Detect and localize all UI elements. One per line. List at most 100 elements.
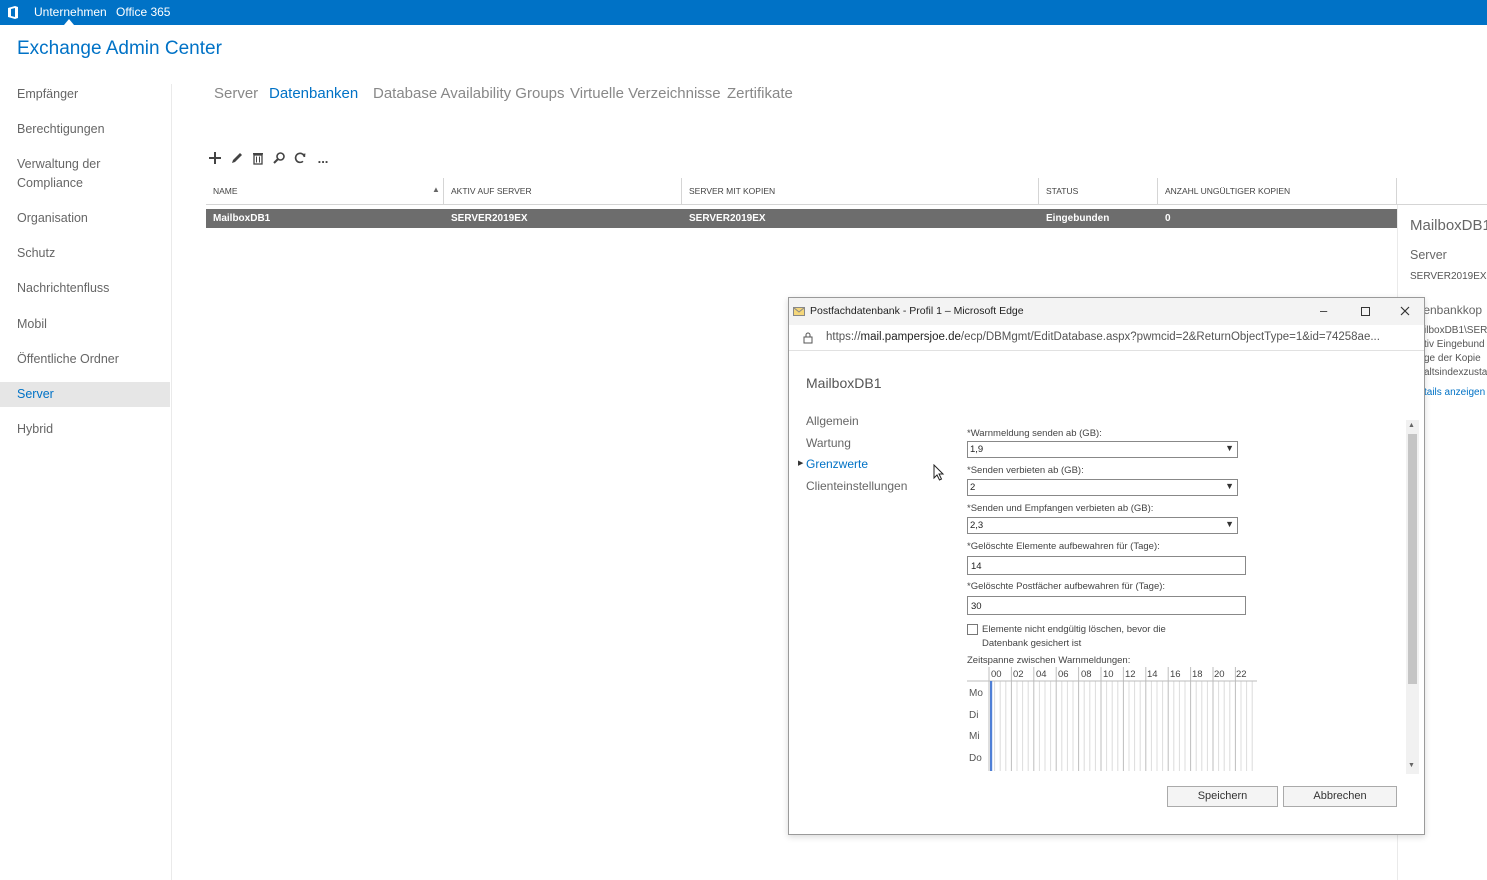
dialog-nav-allgemein[interactable]: Allgemein: [806, 414, 859, 428]
warn-select[interactable]: 1,9 ▼: [967, 441, 1238, 458]
cell-status: Eingebunden: [1046, 213, 1110, 224]
dialog-title: MailboxDB1: [806, 375, 882, 391]
delete-icon[interactable]: [249, 151, 267, 169]
dialog-nav-wartung[interactable]: Wartung: [806, 436, 851, 450]
save-button[interactable]: Speichern: [1167, 786, 1278, 807]
edit-database-window: Postfachdatenbank - Profil 1 – Microsoft…: [788, 297, 1425, 835]
schedule-label: Zeitspanne zwischen Warnmeldungen:: [967, 655, 1131, 666]
tab-dag[interactable]: Database Availability Groups: [373, 85, 565, 102]
refresh-icon[interactable]: [291, 151, 309, 169]
mouse-cursor-icon: [933, 464, 945, 481]
deleted-mbx-value: 30: [971, 601, 982, 612]
schedule-grid[interactable]: [967, 667, 1257, 777]
table-row[interactable]: [206, 209, 1397, 228]
lock-icon: [803, 332, 813, 344]
details-line: ilboxDB1\SER: [1424, 325, 1487, 336]
day-label: Mi: [969, 731, 980, 742]
close-icon[interactable]: [1400, 306, 1410, 316]
deleted-items-input[interactable]: 14: [967, 556, 1246, 575]
sidebar-item-hybrid[interactable]: Hybrid: [17, 420, 53, 439]
more-icon[interactable]: ...: [314, 150, 332, 168]
table-header: [206, 178, 1487, 205]
sendrecv-label: *Senden und Empfangen verbieten ab (GB):: [967, 503, 1154, 514]
sidebar-item-berechtigungen[interactable]: Berechtigungen: [17, 120, 105, 139]
details-line: ge der Kopie: [1424, 353, 1481, 364]
hour-label: 12: [1125, 669, 1136, 680]
sidebar-item-organisation[interactable]: Organisation: [17, 209, 88, 228]
column-separator: [443, 178, 444, 205]
day-label: Di: [969, 710, 979, 721]
maximize-icon[interactable]: [1361, 307, 1370, 316]
url-text[interactable]: https://mail.pampersjoe.de/ecp/DBMgmt/Ed…: [826, 331, 1380, 343]
warn-label: *Warnmeldung senden ab (GB):: [967, 428, 1102, 439]
app-title: Exchange Admin Center: [17, 38, 222, 59]
window-titlebar[interactable]: Postfachdatenbank - Profil 1 – Microsoft…: [789, 298, 1424, 325]
hour-label: 18: [1192, 669, 1203, 680]
hour-label: 10: [1103, 669, 1114, 680]
dialog-scrollbar[interactable]: ▲ ▼: [1406, 420, 1419, 774]
column-separator: [1038, 178, 1039, 205]
column-separator: [1396, 178, 1397, 205]
deleted-mbx-label: *Gelöschte Postfächer aufbewahren für (T…: [967, 581, 1166, 592]
sidebar-item-server[interactable]: Server: [17, 385, 54, 404]
dialog-nav-clienteinstellungen[interactable]: Clienteinstellungen: [806, 479, 907, 493]
tab-virtuelle-verzeichnisse[interactable]: Virtuelle Verzeichnisse: [570, 85, 721, 102]
top-tab-unternehmen[interactable]: Unternehmen: [34, 5, 107, 19]
top-bar: Unternehmen Office 365: [0, 0, 1487, 25]
details-line: altsindexzusta: [1424, 367, 1487, 378]
day-label: Mo: [969, 688, 983, 699]
address-bar[interactable]: https://mail.pampersjoe.de/ecp/DBMgmt/Ed…: [789, 325, 1424, 351]
hour-label: 14: [1147, 669, 1158, 680]
tab-datenbanken[interactable]: Datenbanken: [269, 85, 358, 102]
column-header-server-mit-kopien[interactable]: SERVER MIT KOPIEN: [689, 186, 775, 196]
no-permanent-delete-label: Elemente nicht endgültig löschen, bevor …: [982, 624, 1166, 649]
chevron-down-icon: ▼: [1225, 519, 1234, 529]
hour-label: 06: [1058, 669, 1069, 680]
sort-ascending-icon: ▲: [432, 185, 440, 194]
selected-caret-icon: ▶: [798, 460, 804, 467]
hour-label: 16: [1170, 669, 1181, 680]
window-app-icon: [793, 307, 805, 316]
column-header-status[interactable]: STATUS: [1046, 186, 1078, 196]
window-title: Postfachdatenbank - Profil 1 – Microsoft…: [810, 305, 1024, 317]
details-server-label: Server: [1410, 248, 1447, 262]
search-icon[interactable]: [270, 151, 288, 169]
minimize-icon[interactable]: –: [1320, 303, 1327, 318]
sidebar-item-nachrichtenfluss[interactable]: Nachrichtenfluss: [17, 279, 109, 298]
sidebar-item-compliance[interactable]: Verwaltung der Compliance: [17, 155, 137, 193]
cell-name: MailboxDB1: [213, 213, 271, 224]
hour-label: 04: [1036, 669, 1047, 680]
send-select[interactable]: 2 ▼: [967, 479, 1238, 496]
top-tab-office365[interactable]: Office 365: [116, 5, 170, 19]
add-icon[interactable]: [206, 151, 224, 169]
hour-label: 22: [1236, 669, 1247, 680]
sidebar-item-schutz[interactable]: Schutz: [17, 244, 55, 263]
cell-ungueltige-kopien: 0: [1165, 213, 1171, 224]
sidebar-item-oeffentliche-ordner[interactable]: Öffentliche Ordner: [17, 350, 119, 369]
sendrecv-select[interactable]: 2,3 ▼: [967, 517, 1238, 534]
tab-server[interactable]: Server: [214, 85, 258, 102]
scroll-down-icon[interactable]: ▼: [1408, 762, 1415, 769]
office-logo-icon[interactable]: [6, 5, 20, 20]
hour-label: 20: [1214, 669, 1225, 680]
details-link[interactable]: tails anzeigen: [1424, 387, 1485, 398]
send-value: 2: [970, 482, 976, 493]
deleted-items-value: 14: [971, 561, 982, 572]
dialog-nav-grenzwerte[interactable]: Grenzwerte: [806, 457, 868, 471]
deleted-mbx-input[interactable]: 30: [967, 596, 1246, 615]
sidebar-item-empfaenger[interactable]: Empfänger: [17, 85, 78, 104]
day-label: Do: [969, 753, 982, 764]
column-header-name[interactable]: NAME: [213, 186, 238, 196]
cancel-button[interactable]: Abbrechen: [1283, 786, 1397, 807]
column-header-ungueltige-kopien[interactable]: ANZAHL UNGÜLTIGER KOPIEN: [1165, 186, 1290, 196]
edit-icon[interactable]: [228, 151, 246, 169]
sidebar-item-mobil[interactable]: Mobil: [17, 315, 47, 334]
column-separator: [681, 178, 682, 205]
active-tab-caret: [64, 19, 74, 25]
no-permanent-delete-checkbox[interactable]: [967, 624, 978, 635]
tab-zertifikate[interactable]: Zertifikate: [727, 85, 793, 102]
column-header-aktiv[interactable]: AKTIV AUF SERVER: [451, 186, 532, 196]
scroll-up-icon[interactable]: ▲: [1408, 422, 1415, 429]
scrollbar-thumb[interactable]: [1408, 434, 1417, 684]
details-title: MailboxDB1: [1410, 217, 1487, 234]
